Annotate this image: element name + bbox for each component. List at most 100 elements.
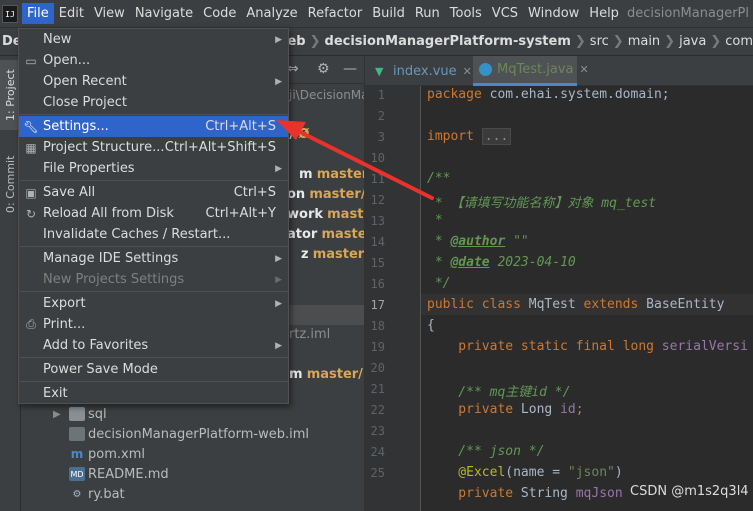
folder-icon (69, 407, 85, 421)
menu-item-invalidate-caches[interactable]: Invalidate Caches / Restart... (19, 224, 288, 245)
project-root-path: ji\DecisionMa (289, 88, 369, 102)
submenu-arrow-icon: ▶ (275, 76, 282, 87)
menu-item-open[interactable]: ▭ Open... (19, 50, 288, 71)
code-line: public class MqTest extends BaseEntity (427, 297, 725, 312)
chevron-right-icon: ❯ (574, 34, 586, 49)
menu-item-file-properties[interactable]: File Properties ▶ (19, 158, 288, 179)
menu-item-exit[interactable]: Exit (19, 383, 288, 404)
code-line: */ (427, 276, 451, 291)
menu-item-project-structure[interactable]: ▦ Project Structure... Ctrl+Alt+Shift+S (19, 137, 288, 158)
tab-label: index.vue (393, 63, 457, 79)
tab-label: MqTest.java (497, 62, 574, 77)
print-icon: ⎙ (26, 317, 36, 331)
menu-file[interactable]: File (22, 3, 54, 24)
tree-fragment-iml[interactable]: rtz.iml (289, 327, 330, 342)
current-line-number: 17 (370, 298, 385, 312)
menu-separator (20, 357, 288, 358)
tree-fragment[interactable]: ator master (287, 227, 373, 242)
menu-help[interactable]: Help (584, 3, 624, 24)
tab-index-vue[interactable]: ▼ index.vue ✕ (365, 56, 473, 86)
menu-item-manage-ide-settings[interactable]: Manage IDE Settings ▶ (19, 248, 288, 269)
breadcrumb-main[interactable]: main (628, 34, 660, 49)
tree-row-bat[interactable]: ⚙ ry.bat (69, 484, 125, 504)
markdown-icon: MD (69, 467, 85, 481)
tree-row-label: README.md (88, 466, 169, 482)
line-number: 16 (370, 277, 385, 291)
code-line: private static final long serialVersi (427, 339, 748, 354)
chevron-right-icon: ❯ (612, 34, 624, 49)
menu-item-export[interactable]: Export ▶ (19, 293, 288, 314)
line-number: 25 (370, 466, 385, 480)
folded-imports[interactable]: ... (481, 128, 512, 145)
save-icon: ▣ (25, 185, 37, 200)
close-icon[interactable]: ✕ (579, 63, 588, 76)
java-class-icon (479, 63, 492, 76)
vue-icon: ▼ (375, 64, 384, 78)
breadcrumb-com[interactable]: com (725, 34, 753, 49)
menu-item-save-all[interactable]: ▣ Save All Ctrl+S (19, 182, 288, 203)
menu-item-close-project[interactable]: Close Project (19, 92, 288, 113)
tree-row-pom[interactable]: m pom.xml (69, 444, 145, 464)
menu-separator (20, 291, 288, 292)
chevron-right-icon: ❯ (710, 34, 722, 49)
submenu-arrow-icon: ▶ (275, 340, 282, 351)
submenu-arrow-icon: ▶ (275, 253, 282, 264)
menu-vcs[interactable]: VCS (487, 3, 523, 24)
tree-row-sql[interactable]: ▶ sql (53, 404, 107, 424)
menu-item-new[interactable]: New ▶ (19, 29, 288, 50)
submenu-arrow-icon: ▶ (275, 163, 282, 174)
tree-row-readme[interactable]: MD README.md (69, 464, 169, 484)
window-title: decisionManagerPl (626, 6, 749, 21)
menu-separator (20, 246, 288, 247)
menu-run[interactable]: Run (410, 3, 445, 24)
line-number: 14 (370, 235, 385, 249)
gear-icon[interactable]: ⚙ (317, 61, 330, 77)
menu-code[interactable]: Code (198, 3, 241, 24)
code-line: /** json */ (427, 444, 545, 459)
tree-row-label: ry.bat (88, 486, 125, 502)
breadcrumb-java[interactable]: java (679, 34, 706, 49)
menu-item-settings[interactable]: 🔧︎ Settings... Ctrl+Alt+S (19, 116, 288, 137)
menu-item-add-to-favorites[interactable]: Add to Favorites ▶ (19, 335, 288, 356)
code-line: package com.ehai.system.domain; (427, 87, 670, 102)
menu-separator (20, 180, 288, 181)
line-number: 21 (370, 382, 385, 396)
code-line: @Excel(name = "json") (427, 465, 623, 480)
menu-edit[interactable]: Edit (54, 3, 89, 24)
submenu-arrow-icon: ▶ (275, 298, 282, 309)
code-line: { (427, 318, 435, 333)
menu-build[interactable]: Build (367, 3, 410, 24)
menu-tools[interactable]: Tools (445, 3, 487, 24)
menu-refactor[interactable]: Refactor (303, 3, 368, 24)
line-number: 15 (370, 256, 385, 270)
menu-bar: IJ File Edit View Navigate Code Analyze … (0, 0, 753, 28)
line-number: 3 (377, 130, 385, 144)
code-editor[interactable]: package com.ehai.system.domain; import .… (421, 86, 753, 511)
tree-row-iml[interactable]: decisionManagerPlatform-web.iml (69, 424, 309, 444)
expand-arrow-icon[interactable]: ▶ (53, 409, 69, 420)
code-line: * 【请填写功能名称】对象 mq_test (427, 196, 657, 211)
line-number: 18 (370, 319, 385, 333)
menu-item-open-recent[interactable]: Open Recent ▶ (19, 71, 288, 92)
code-line: * @author "" (427, 234, 529, 249)
breadcrumb-src[interactable]: src (590, 34, 609, 49)
code-line: * @date 2023-04-10 (427, 255, 576, 270)
code-line: /** mq主键id */ (427, 385, 571, 400)
menu-separator (20, 114, 288, 115)
menu-item-reload-all[interactable]: ↻ Reload All from Disk Ctrl+Alt+Y (19, 203, 288, 224)
menu-view[interactable]: View (89, 3, 130, 24)
menu-navigate[interactable]: Navigate (130, 3, 198, 24)
menu-analyze[interactable]: Analyze (241, 3, 302, 24)
menu-window[interactable]: Window (523, 3, 584, 24)
tree-fragment[interactable]: work maste (287, 207, 372, 222)
tab-mqtest-java[interactable]: MqTest.java ✕ (473, 56, 589, 86)
project-structure-icon: ▦ (25, 140, 37, 155)
line-number: 1 (377, 88, 385, 102)
submenu-arrow-icon: ▶ (275, 274, 282, 285)
close-icon[interactable]: ✕ (463, 65, 472, 78)
line-number: 20 (370, 361, 385, 375)
hide-panel-icon[interactable]: — (343, 61, 357, 77)
menu-item-print[interactable]: ⎙ Print... (19, 314, 288, 335)
breadcrumb-module-system[interactable]: decisionManagerPlatform-system (325, 34, 571, 49)
menu-item-power-save-mode[interactable]: Power Save Mode (19, 359, 288, 380)
